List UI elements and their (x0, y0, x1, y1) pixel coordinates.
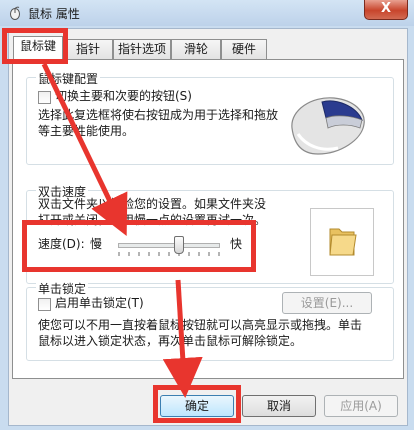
highlight-buttons-tab (2, 28, 68, 64)
instruction-arrows (41, 62, 203, 398)
highlight-speed-slider (22, 220, 256, 272)
highlight-ok-button (153, 385, 241, 423)
arrow-speed-to-ok (162, 279, 203, 398)
arrow-tab-to-speed (41, 62, 128, 237)
